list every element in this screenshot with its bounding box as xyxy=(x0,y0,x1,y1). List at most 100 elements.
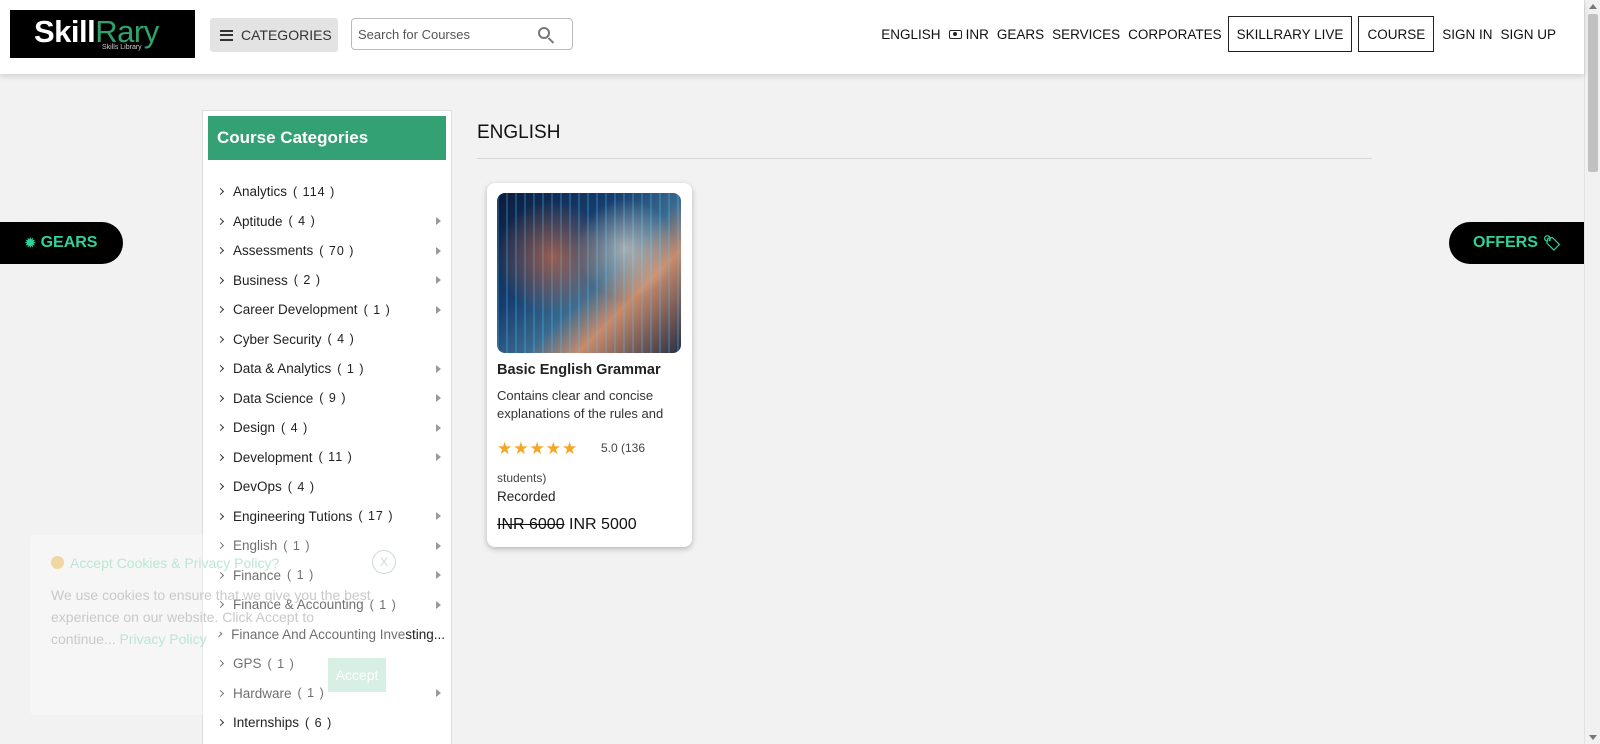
scroll-up-arrow-icon[interactable] xyxy=(1589,4,1597,9)
submenu-arrow-icon[interactable] xyxy=(436,689,441,698)
search-input[interactable] xyxy=(352,19,522,49)
course-thumbnail[interactable] xyxy=(497,193,681,353)
submenu-arrow-icon[interactable] xyxy=(436,364,441,373)
rating-text: 5.0 (136 xyxy=(601,441,646,455)
cookie-close-button[interactable]: X xyxy=(372,550,396,574)
category-count: ( 70 ) xyxy=(319,243,355,258)
nav-corporates[interactable]: CORPORATES xyxy=(1128,27,1222,42)
submenu-arrow-icon[interactable] xyxy=(436,217,441,226)
category-label: Design xyxy=(233,420,276,436)
hamburger-icon xyxy=(220,29,233,41)
cookie-title: Accept Cookies & Privacy Policy? xyxy=(51,555,279,571)
category-item[interactable]: Assessments ( 70 ) xyxy=(203,236,451,266)
star-icon: ★ xyxy=(562,439,578,458)
cash-icon xyxy=(948,30,962,40)
category-item[interactable]: Business ( 2 ) xyxy=(203,266,451,296)
star-icon: ★ xyxy=(513,439,529,458)
chevron-right-icon xyxy=(216,365,225,373)
search-icon[interactable] xyxy=(538,27,550,39)
privacy-policy-link[interactable]: Privacy Policy xyxy=(120,631,207,647)
cookie-accept-button[interactable]: Accept xyxy=(328,658,386,692)
chevron-right-icon xyxy=(216,335,225,343)
category-label: Development xyxy=(233,449,313,465)
cookie-title-text: Accept Cookies & Privacy Policy? xyxy=(70,555,280,571)
nav-currency[interactable]: INR xyxy=(948,26,989,42)
submenu-arrow-icon[interactable] xyxy=(436,246,441,255)
nav-inr: INR xyxy=(965,26,989,42)
scrollbar-thumb[interactable] xyxy=(1588,14,1598,172)
top-nav: ENGLISH INR GEARS SERVICES CORPORATES SK… xyxy=(873,16,1556,52)
submenu-arrow-icon[interactable] xyxy=(436,394,441,403)
category-label: Aptitude xyxy=(233,213,283,229)
category-count: ( 17 ) xyxy=(358,509,394,524)
chevron-right-icon xyxy=(216,188,225,196)
category-label: Assessments xyxy=(233,243,314,259)
nav-english[interactable]: ENGLISH xyxy=(881,27,940,42)
page-scrollbar[interactable] xyxy=(1584,0,1600,744)
skillrary-logo[interactable]: SkillRary Skills Library xyxy=(10,10,195,58)
cookie-banner: Accept Cookies & Privacy Policy? X We us… xyxy=(30,535,405,715)
chevron-right-icon xyxy=(216,512,225,520)
submenu-arrow-icon[interactable] xyxy=(436,276,441,285)
tag-icon: 🏷 xyxy=(1542,235,1562,252)
sidebar-title: Course Categories xyxy=(208,116,446,160)
submenu-arrow-icon[interactable] xyxy=(436,453,441,462)
category-label: Business xyxy=(233,272,288,288)
submenu-arrow-icon[interactable] xyxy=(436,423,441,432)
category-item[interactable]: DevOps ( 4 ) xyxy=(203,472,451,502)
categories-button[interactable]: CATEGORIES xyxy=(210,18,338,52)
chevron-right-icon xyxy=(216,424,225,432)
nav-services[interactable]: SERVICES xyxy=(1052,27,1120,42)
chevron-right-icon xyxy=(216,217,225,225)
categories-label: CATEGORIES xyxy=(241,27,332,43)
chevron-right-icon xyxy=(216,394,225,402)
chevron-right-icon xyxy=(216,453,225,461)
category-item[interactable]: Engineering Tutions ( 17 ) xyxy=(203,502,451,532)
submenu-arrow-icon[interactable] xyxy=(436,512,441,521)
nav-course-button[interactable]: COURSE xyxy=(1358,16,1435,52)
chevron-right-icon xyxy=(216,247,225,255)
chevron-right-icon xyxy=(216,483,225,491)
logo-main-text: Skill xyxy=(34,14,96,49)
category-item[interactable]: Aptitude ( 4 ) xyxy=(203,207,451,237)
scroll-down-arrow-icon[interactable] xyxy=(1589,735,1597,740)
course-price: INR 6000 INR 5000 xyxy=(497,516,637,534)
gears-side-button[interactable]: ✹ GEARS xyxy=(0,222,123,264)
category-item[interactable]: Development ( 11 ) xyxy=(203,443,451,473)
search-box xyxy=(351,18,573,50)
course-title[interactable]: Basic English Grammar xyxy=(497,362,661,378)
offers-side-button[interactable]: OFFERS 🏷 xyxy=(1449,222,1584,264)
category-count: ( 1 ) xyxy=(337,361,365,376)
category-label: Internships xyxy=(233,715,300,731)
category-label: Data & Analytics xyxy=(233,361,332,377)
submenu-arrow-icon[interactable] xyxy=(436,541,441,550)
star-icon: ★ xyxy=(497,439,513,458)
section-title: ENGLISH xyxy=(477,122,561,143)
course-card[interactable]: Basic English Grammar Contains clear and… xyxy=(487,183,692,547)
category-count: ( 11 ) xyxy=(318,450,353,465)
nav-sign-in[interactable]: SIGN IN xyxy=(1442,27,1492,42)
category-label: Data Science xyxy=(233,390,314,406)
gears-pill-label: GEARS xyxy=(40,234,98,251)
category-item[interactable]: Career Development ( 1 ) xyxy=(203,295,451,325)
category-count: ( 4 ) xyxy=(281,420,309,435)
rating-stars: ★ ★ ★ ★ ★ xyxy=(497,439,578,459)
category-item[interactable]: Data & Analytics ( 1 ) xyxy=(203,354,451,384)
nav-skillrary-live-button[interactable]: SKILLRARY LIVE xyxy=(1227,16,1353,52)
category-label: DevOps xyxy=(233,479,282,495)
category-count: ( 114 ) xyxy=(293,184,336,199)
submenu-arrow-icon[interactable] xyxy=(436,600,441,609)
category-item[interactable]: Design ( 4 ) xyxy=(203,413,451,443)
category-count: ( 2 ) xyxy=(293,273,322,288)
category-item[interactable]: Cyber Security ( 4 ) xyxy=(203,325,451,355)
category-label: Analytics xyxy=(233,184,288,200)
logo-tagline: Skills Library xyxy=(102,44,142,51)
nav-gears[interactable]: GEARS xyxy=(997,27,1044,42)
category-item[interactable]: Data Science ( 9 ) xyxy=(203,384,451,414)
submenu-arrow-icon[interactable] xyxy=(436,305,441,314)
category-item[interactable]: Analytics ( 114 ) xyxy=(203,177,451,207)
gear-icon: ✹ xyxy=(24,235,37,252)
category-label: Engineering Tutions xyxy=(233,508,353,524)
nav-sign-up[interactable]: SIGN UP xyxy=(1500,27,1556,42)
submenu-arrow-icon[interactable] xyxy=(436,571,441,580)
